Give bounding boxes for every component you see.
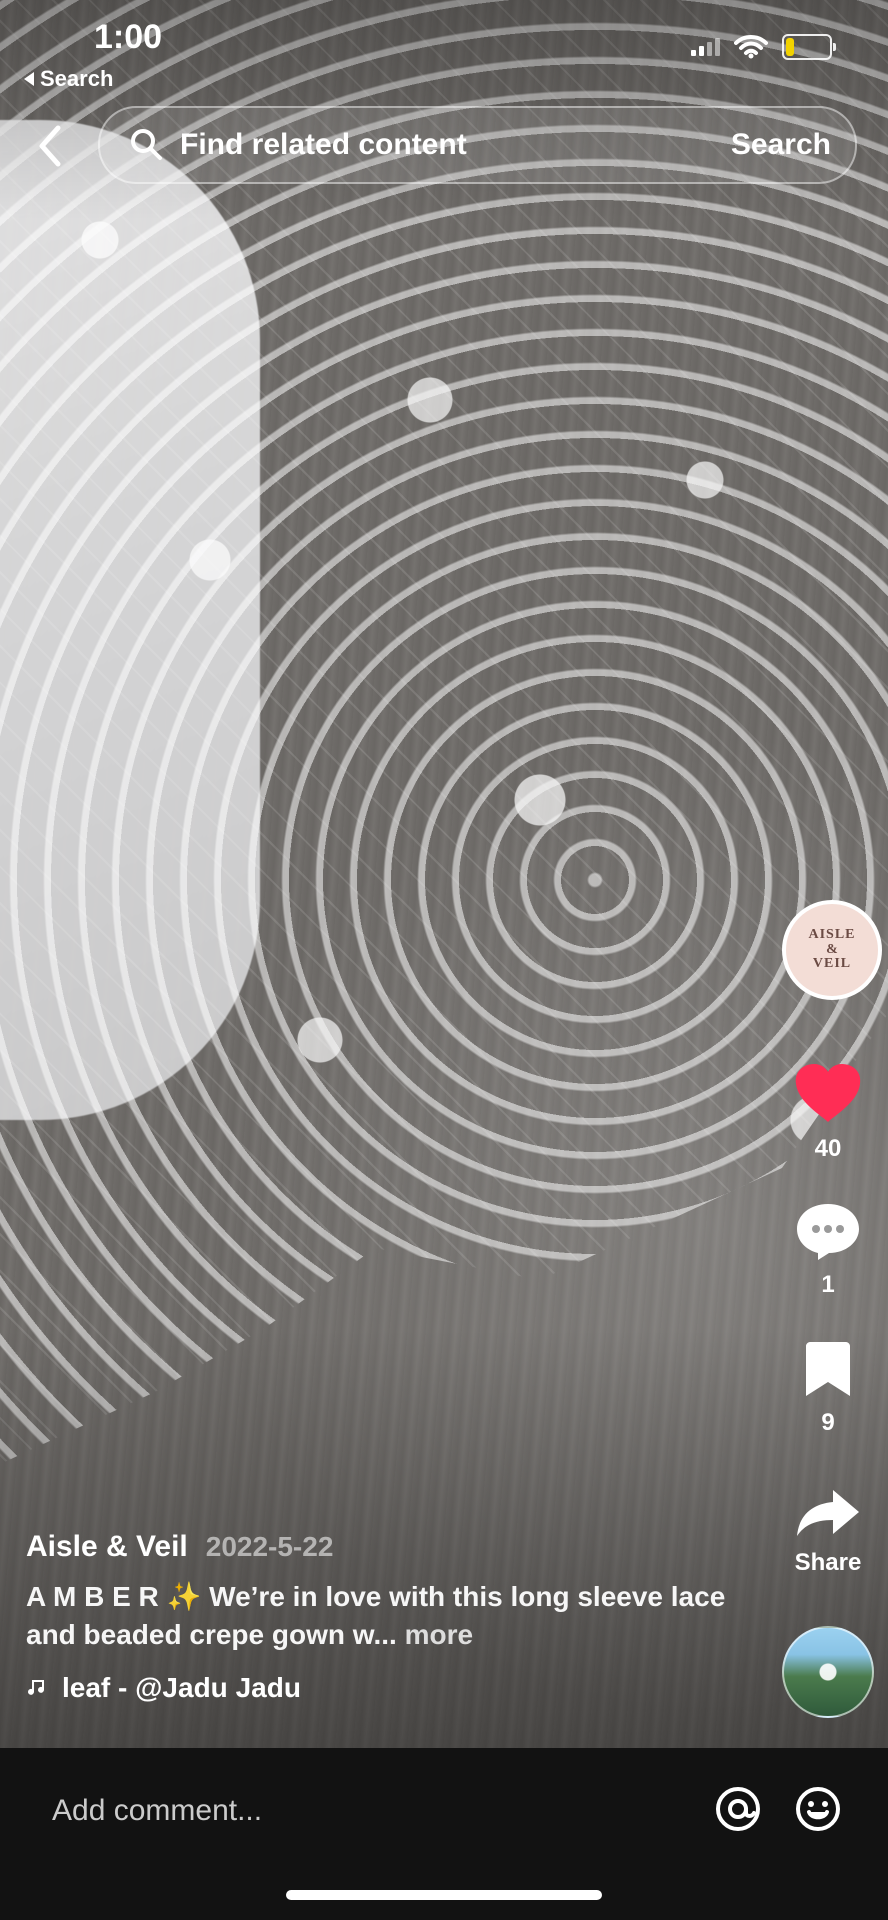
avatar-text-2: & (826, 941, 838, 957)
at-icon[interactable] (713, 1784, 763, 1834)
status-icons (691, 34, 836, 60)
action-rail: AISLE & VEIL 40 1 9 Share (748, 900, 888, 1720)
add-comment-input[interactable]: Add comment... (52, 1794, 262, 1828)
username[interactable]: Aisle & Veil (26, 1530, 188, 1564)
music-title: leaf - @Jadu Jadu (62, 1672, 301, 1703)
caption-area: Aisle & Veil 2022-5-22 A M B E R ✨ We’re… (26, 1530, 726, 1704)
speech-bubble-icon (797, 1204, 859, 1260)
chevron-left-icon (39, 125, 61, 167)
top-search-bar: Find related content Search (0, 102, 888, 184)
share-button[interactable]: Share (768, 1484, 888, 1577)
cellular-signal-icon (691, 38, 720, 56)
wifi-icon (734, 35, 768, 59)
search-field[interactable]: Find related content Search (98, 106, 857, 184)
emoji-icon[interactable] (793, 1784, 843, 1834)
search-placeholder: Find related content (180, 128, 467, 161)
like-button[interactable]: 40 (768, 1062, 888, 1163)
description-text: A M B E R ✨ We’re in love with this long… (26, 1581, 726, 1650)
creator-avatar[interactable]: AISLE & VEIL (782, 900, 882, 1000)
post-date: 2022-5-22 (205, 1531, 334, 1562)
comment-bar: Add comment... (0, 1748, 888, 1920)
back-to-app[interactable]: Search (24, 66, 113, 92)
avatar-text-3: VEIL (812, 956, 852, 972)
search-icon (131, 129, 162, 160)
user-line: Aisle & Veil 2022-5-22 (26, 1530, 726, 1564)
battery-level-fill (786, 38, 794, 56)
home-indicator (286, 1890, 602, 1900)
comment-button[interactable]: 1 (768, 1200, 888, 1299)
heart-icon (795, 1064, 861, 1122)
avatar-text-1: AISLE (808, 926, 856, 942)
status-time: 1:00 (94, 18, 163, 56)
back-button[interactable] (26, 122, 74, 170)
music-line[interactable]: leaf - @Jadu Jadu (26, 1672, 726, 1704)
bookmark-icon (806, 1342, 850, 1396)
search-button[interactable]: Search (731, 128, 831, 162)
battery-icon (782, 34, 836, 60)
back-app-label: Search (40, 66, 114, 91)
music-disc[interactable] (782, 1626, 874, 1718)
back-triangle-icon (24, 72, 34, 86)
save-count: 9 (821, 1409, 835, 1436)
status-bar: 1:00 Search (0, 0, 888, 92)
music-note-icon (28, 1680, 44, 1695)
comment-count: 1 (821, 1271, 835, 1298)
share-label: Share (794, 1549, 862, 1576)
save-button[interactable]: 9 (768, 1338, 888, 1437)
share-arrow-icon (797, 1490, 859, 1536)
like-count: 40 (814, 1135, 842, 1162)
post-description[interactable]: A M B E R ✨ We’re in love with this long… (26, 1578, 726, 1654)
more-link[interactable]: more (405, 1619, 473, 1650)
